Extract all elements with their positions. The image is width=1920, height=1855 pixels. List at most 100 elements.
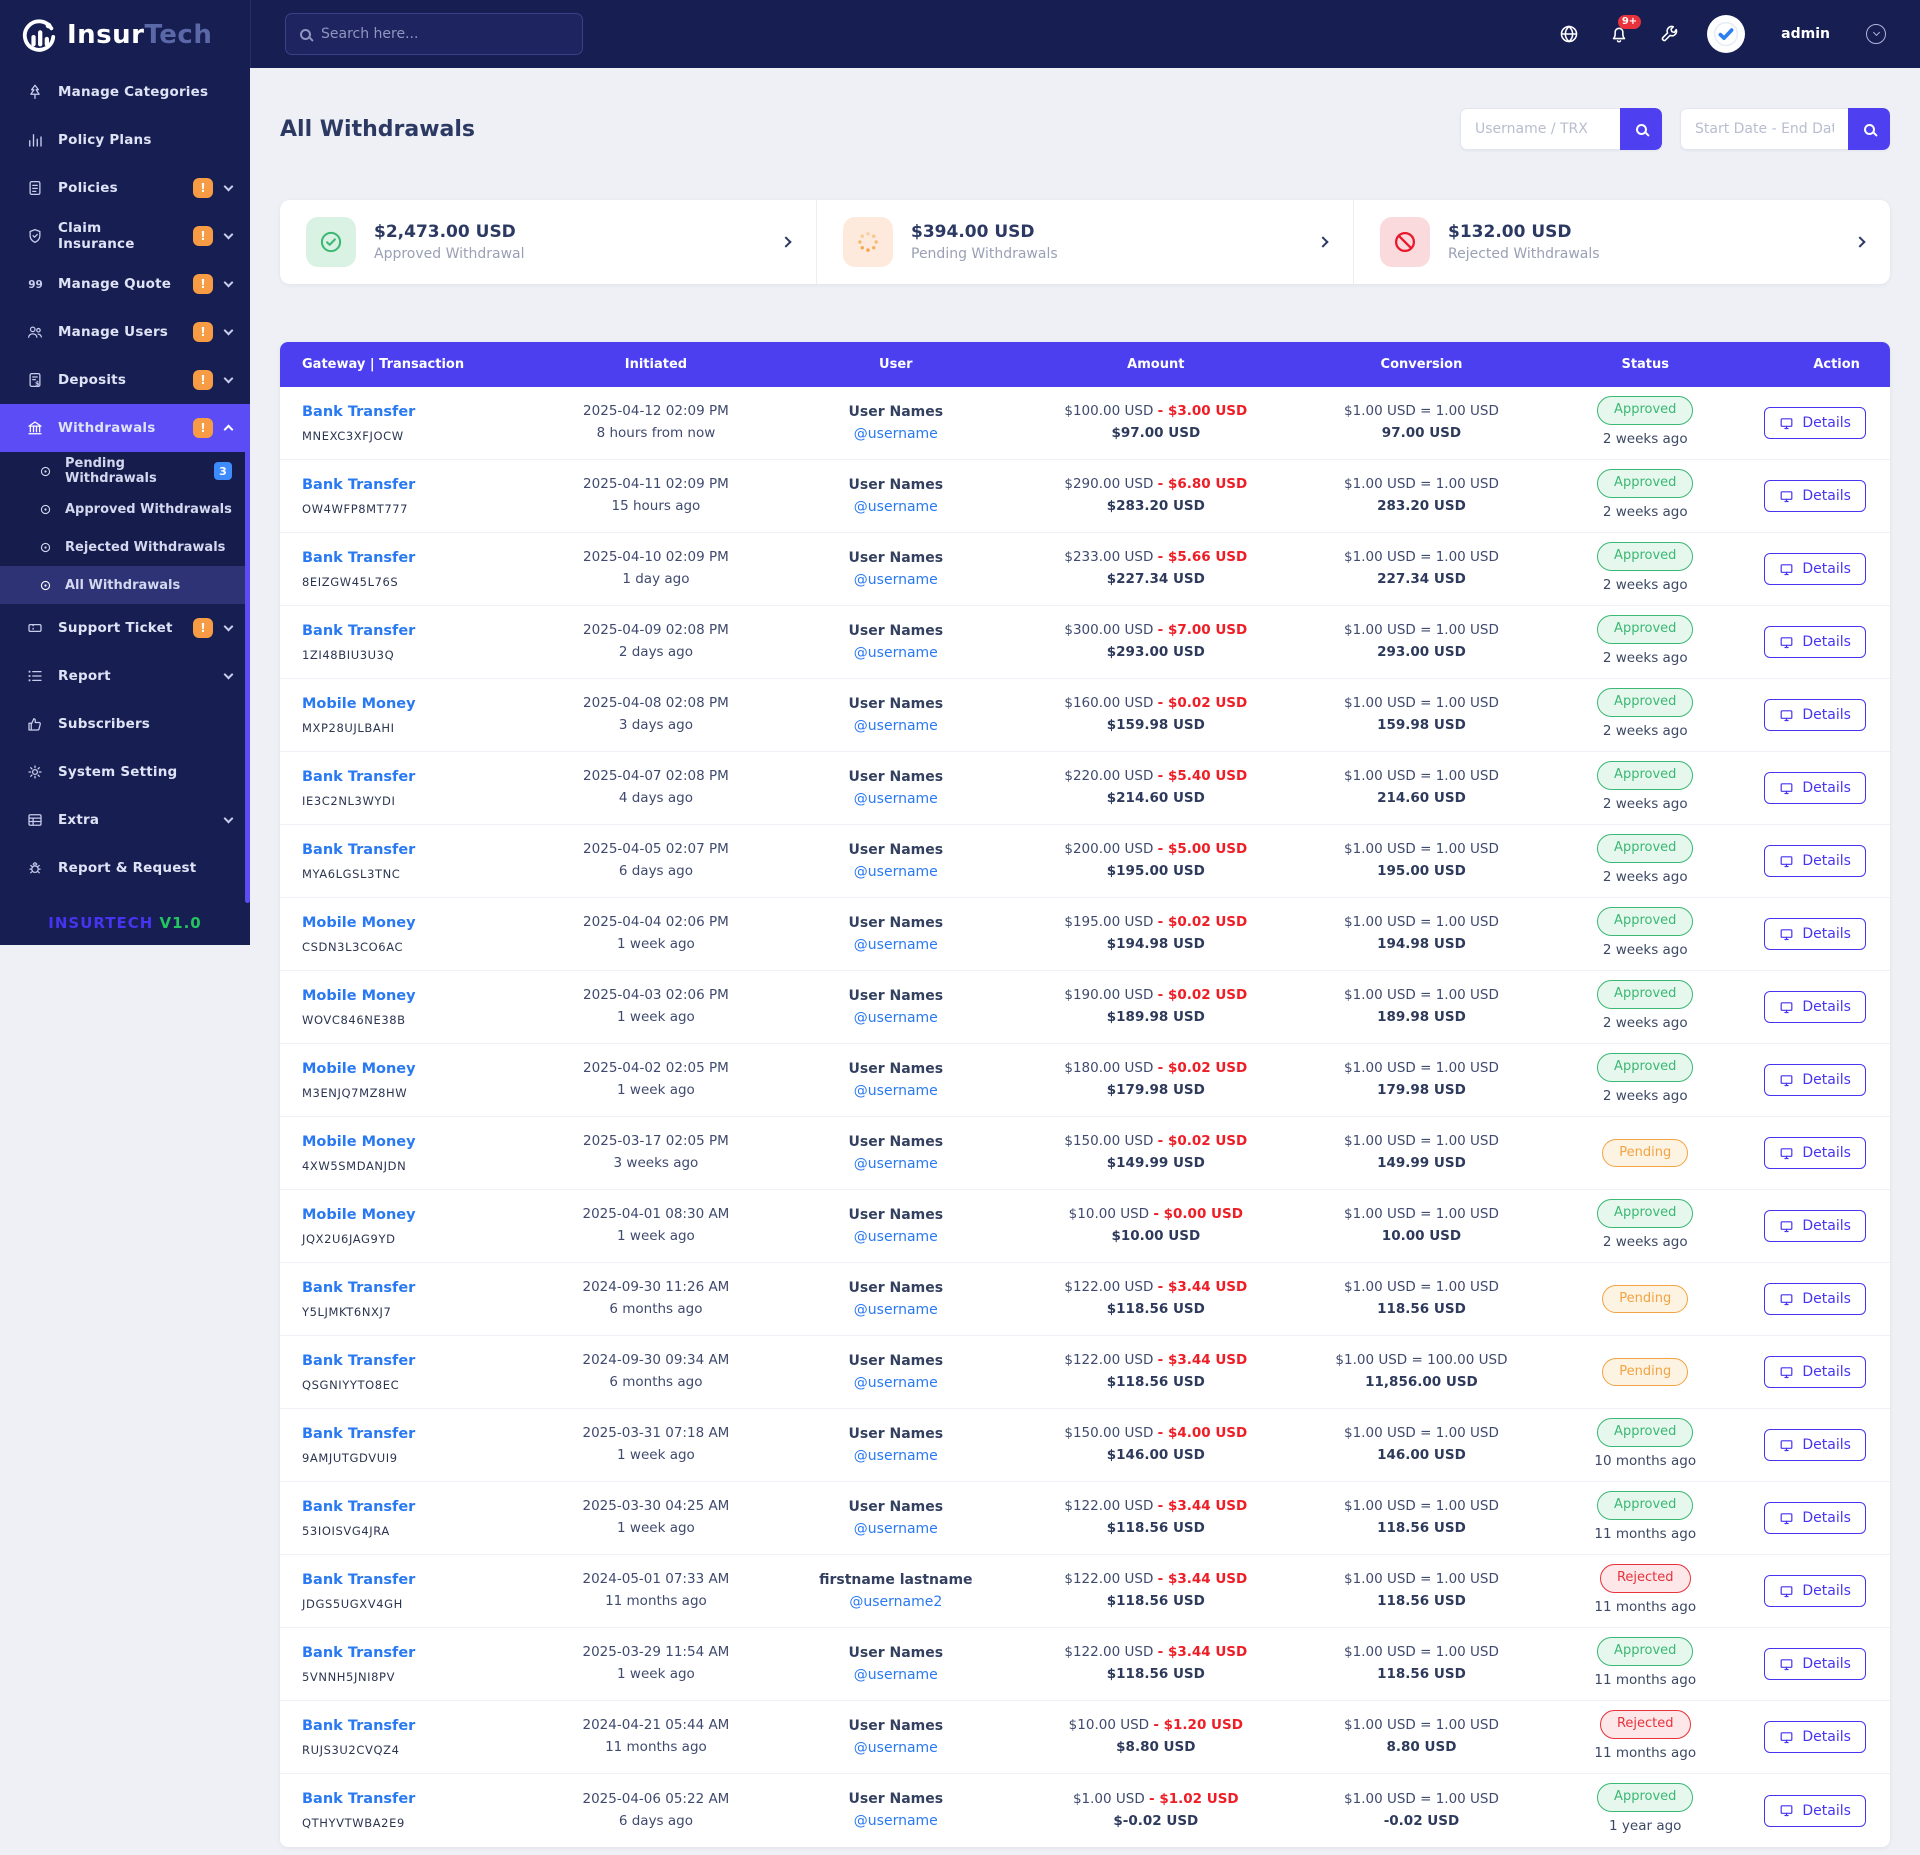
sidebar-item-extra[interactable]: Extra bbox=[0, 796, 250, 844]
gateway-link[interactable]: Mobile Money bbox=[302, 912, 416, 935]
details-button[interactable]: Details bbox=[1764, 1064, 1866, 1096]
date-search-button[interactable] bbox=[1848, 108, 1890, 150]
sidebar-item-claim-insurance[interactable]: Claim Insurance ! bbox=[0, 212, 250, 260]
gateway-link[interactable]: Bank Transfer bbox=[302, 839, 415, 862]
gateway-link[interactable]: Bank Transfer bbox=[302, 1277, 415, 1300]
gateway-link[interactable]: Bank Transfer bbox=[302, 1569, 415, 1592]
chevron-right-icon[interactable] bbox=[1317, 236, 1329, 248]
approved-withdrawal-card[interactable]: $2,473.00 USD Approved Withdrawal bbox=[280, 200, 816, 284]
brand-logo[interactable]: InsurTech bbox=[0, 0, 250, 68]
date-range-input[interactable] bbox=[1680, 108, 1848, 150]
details-button[interactable]: Details bbox=[1764, 772, 1866, 804]
notifications-bell-icon[interactable]: 9+ bbox=[1607, 15, 1642, 46]
details-button[interactable]: Details bbox=[1764, 1648, 1866, 1680]
username-link[interactable]: @username bbox=[854, 788, 938, 810]
username-link[interactable]: @username bbox=[854, 715, 938, 737]
sidebar-item-deposits[interactable]: $ Deposits ! bbox=[0, 356, 250, 404]
username-link[interactable]: @username2 bbox=[849, 1591, 942, 1613]
settings-wrench-icon[interactable] bbox=[1657, 22, 1681, 46]
username-link[interactable]: @username bbox=[854, 861, 938, 883]
gateway-link[interactable]: Bank Transfer bbox=[302, 766, 415, 789]
sidebar-item-subscribers[interactable]: Subscribers bbox=[0, 700, 250, 748]
sidebar-item-pending-withdrawals[interactable]: Pending Withdrawals 3 bbox=[0, 452, 250, 490]
account-menu-chevron[interactable] bbox=[1866, 24, 1886, 44]
username-link[interactable]: @username bbox=[854, 496, 938, 518]
details-button[interactable]: Details bbox=[1764, 1794, 1866, 1827]
sidebar-item-approved-withdrawals[interactable]: Approved Withdrawals bbox=[0, 490, 250, 528]
gateway-link[interactable]: Mobile Money bbox=[302, 693, 416, 716]
gateway-link[interactable]: Bank Transfer bbox=[302, 401, 415, 424]
gateway-link[interactable]: Bank Transfer bbox=[302, 1715, 415, 1738]
gateway-link[interactable]: Mobile Money bbox=[302, 1058, 416, 1081]
gateway-link[interactable]: Bank Transfer bbox=[302, 474, 415, 497]
username-link[interactable]: @username bbox=[854, 423, 938, 445]
chevron-right-icon[interactable] bbox=[780, 236, 792, 248]
gateway-link[interactable]: Bank Transfer bbox=[302, 1350, 415, 1373]
username-link[interactable]: @username bbox=[854, 1445, 938, 1467]
details-button[interactable]: Details bbox=[1764, 845, 1866, 877]
sidebar-scrollbar[interactable] bbox=[245, 435, 250, 903]
details-button[interactable]: Details bbox=[1764, 480, 1866, 512]
username-link[interactable]: @username bbox=[854, 1664, 938, 1686]
sidebar-item-report[interactable]: Report bbox=[0, 652, 250, 700]
chevron-right-icon[interactable] bbox=[1854, 236, 1866, 248]
sidebar-item-policy-plans[interactable]: Policy Plans bbox=[0, 116, 250, 164]
details-button[interactable]: Details bbox=[1764, 699, 1866, 731]
username-link[interactable]: @username bbox=[854, 1372, 938, 1394]
username-link[interactable]: @username bbox=[854, 642, 938, 664]
username-link[interactable]: @username bbox=[854, 1153, 938, 1175]
gateway-link[interactable]: Mobile Money bbox=[302, 1204, 416, 1227]
username-search-button[interactable] bbox=[1620, 108, 1662, 150]
username-link[interactable]: @username bbox=[854, 1737, 938, 1759]
username-link[interactable]: @username bbox=[854, 934, 938, 956]
conversion-amount: 146.00 USD bbox=[1377, 1447, 1466, 1463]
username-link[interactable]: @username bbox=[854, 1810, 938, 1832]
user-display-name: User Names bbox=[848, 1791, 944, 1807]
gateway-link[interactable]: Mobile Money bbox=[302, 985, 416, 1008]
language-globe-icon[interactable] bbox=[1557, 22, 1581, 46]
rejected-withdrawals-card[interactable]: $132.00 USD Rejected Withdrawals bbox=[1353, 200, 1890, 284]
username-link[interactable]: @username bbox=[854, 1226, 938, 1248]
pending-withdrawals-card[interactable]: $394.00 USD Pending Withdrawals bbox=[816, 200, 1353, 284]
details-button[interactable]: Details bbox=[1764, 1137, 1866, 1169]
details-button[interactable]: Details bbox=[1764, 626, 1866, 658]
sidebar-item-support-ticket[interactable]: Support Ticket ! bbox=[0, 604, 250, 652]
gateway-link[interactable]: Bank Transfer bbox=[302, 1788, 415, 1811]
details-button[interactable]: Details bbox=[1764, 1283, 1866, 1315]
gateway-link[interactable]: Bank Transfer bbox=[302, 1423, 415, 1446]
sidebar-item-report-request[interactable]: Report & Request bbox=[0, 844, 250, 892]
tree-icon bbox=[30, 84, 40, 100]
username-link[interactable]: @username bbox=[854, 569, 938, 591]
gateway-link[interactable]: Bank Transfer bbox=[302, 620, 415, 643]
username-link[interactable]: @username bbox=[854, 1080, 938, 1102]
details-button[interactable]: Details bbox=[1764, 991, 1866, 1023]
details-button[interactable]: Details bbox=[1764, 1575, 1866, 1607]
details-button[interactable]: Details bbox=[1764, 1210, 1866, 1242]
sidebar-item-withdrawals[interactable]: Withdrawals ! bbox=[0, 404, 250, 452]
avatar[interactable] bbox=[1707, 15, 1746, 53]
username-trx-input[interactable] bbox=[1460, 108, 1620, 150]
global-search[interactable] bbox=[285, 13, 583, 55]
sidebar-item-rejected-withdrawals[interactable]: Rejected Withdrawals bbox=[0, 528, 250, 566]
details-button[interactable]: Details bbox=[1764, 553, 1866, 585]
gateway-link[interactable]: Bank Transfer bbox=[302, 1496, 415, 1519]
sidebar-item-policies[interactable]: Policies ! bbox=[0, 164, 250, 212]
details-button[interactable]: Details bbox=[1764, 1502, 1866, 1534]
gateway-link[interactable]: Bank Transfer bbox=[302, 547, 415, 570]
gateway-link[interactable]: Bank Transfer bbox=[302, 1642, 415, 1665]
sidebar-item-all-withdrawals[interactable]: All Withdrawals bbox=[0, 566, 250, 604]
username-link[interactable]: @username bbox=[854, 1007, 938, 1029]
details-button[interactable]: Details bbox=[1764, 918, 1866, 950]
global-search-input[interactable] bbox=[321, 26, 568, 42]
sidebar-item-manage-users[interactable]: Manage Users ! bbox=[0, 308, 250, 356]
sidebar-item-manage-categories[interactable]: Manage Categories bbox=[0, 68, 250, 116]
gateway-link[interactable]: Mobile Money bbox=[302, 1131, 416, 1154]
sidebar-item-manage-quote[interactable]: 99 Manage Quote ! bbox=[0, 260, 250, 308]
details-button[interactable]: Details bbox=[1764, 1429, 1866, 1461]
username-link[interactable]: @username bbox=[854, 1518, 938, 1540]
sidebar-item-system-setting[interactable]: System Setting bbox=[0, 748, 250, 796]
details-button[interactable]: Details bbox=[1764, 1721, 1866, 1753]
username-link[interactable]: @username bbox=[854, 1299, 938, 1321]
details-button[interactable]: Details bbox=[1764, 407, 1866, 439]
details-button[interactable]: Details bbox=[1764, 1356, 1866, 1388]
